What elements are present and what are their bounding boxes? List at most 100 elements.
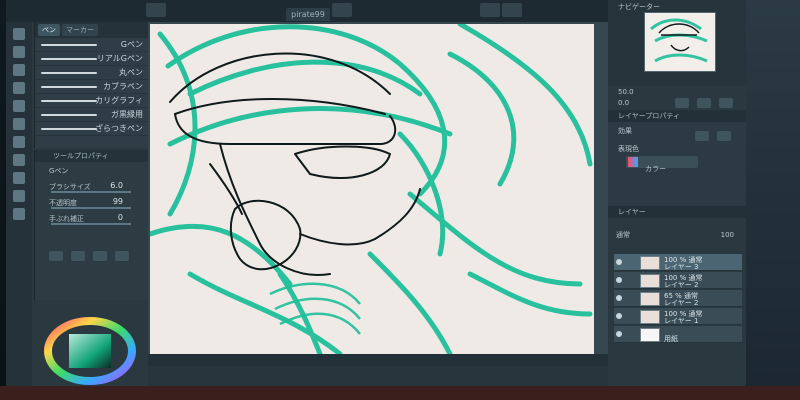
opacity-value[interactable]: 99 (113, 197, 123, 206)
ruler-tool-icon[interactable] (13, 190, 25, 202)
brush-label: Gペン (120, 40, 143, 49)
brush-item[interactable]: カリグラフィ (35, 94, 149, 108)
layer-name: 用紙 (664, 335, 678, 343)
desk-background (746, 0, 800, 400)
layer-opacity-row: 100 (721, 222, 734, 241)
blend-mode-value[interactable]: 通常 (616, 231, 630, 239)
blend-mode-row: 通常 (616, 222, 630, 241)
tab-pen[interactable]: ペン (38, 24, 60, 36)
layer-item[interactable]: 用紙 (614, 326, 742, 343)
layer-name: レイヤー 1 (664, 317, 699, 325)
layer-property-title: レイヤープロパティ (608, 110, 746, 122)
select-tool-icon[interactable] (13, 64, 25, 76)
navigator-title: ナビゲーター (618, 3, 660, 11)
brush-name: Gペン (49, 167, 69, 175)
property-buttons (49, 246, 132, 265)
toolbar-button[interactable] (146, 3, 166, 17)
fill-tool-icon[interactable] (13, 154, 25, 166)
brush-size-row: ブラシサイズ 6.0 (35, 178, 149, 194)
layer-panel-title: レイヤー (608, 206, 746, 218)
zoom-value[interactable]: 50.0 (618, 88, 634, 96)
layer-item[interactable]: 100 % 通常 レイヤー 2 (614, 272, 742, 289)
brush-item[interactable]: リアルGペン (35, 52, 149, 66)
eyedropper-tool-icon[interactable] (13, 208, 25, 220)
visibility-eye-icon[interactable] (616, 277, 622, 283)
brush-preview (41, 86, 97, 88)
layer-name: レイヤー 2 (664, 299, 699, 307)
effect-label: 効果 (618, 127, 632, 135)
zoom-out-button[interactable] (674, 98, 689, 108)
toolbar-button[interactable] (502, 3, 522, 17)
pen-tool-icon[interactable] (13, 82, 25, 94)
opacity-slider[interactable] (51, 207, 131, 209)
layer-name: レイヤー 2 (664, 281, 699, 289)
brush-item[interactable]: 丸ペン (35, 66, 149, 80)
color-mode-icon (628, 157, 638, 167)
navigator-panel: ナビゲーター (608, 0, 746, 86)
brush-tool-icon[interactable] (13, 118, 25, 130)
brush-label: ざらつきペン (95, 124, 143, 133)
rotate-button[interactable] (719, 98, 733, 108)
brush-item[interactable]: Gペン (35, 38, 149, 52)
paper-thumbnail (640, 328, 660, 342)
document-tab[interactable]: pirate99 (286, 8, 330, 21)
toolbar-button[interactable] (480, 3, 500, 17)
layer-name: レイヤー 3 (664, 263, 699, 271)
monitor-base-edge (0, 386, 800, 400)
zoom-in-button[interactable] (696, 98, 711, 108)
expression-color-select[interactable]: カラー (626, 156, 698, 173)
brush-size-slider[interactable] (51, 191, 131, 193)
subtool-palette: ペン マーカー Gペン リアルGペン 丸ペン カブラペン カリグラフィ ガ黒縁用… (34, 22, 149, 148)
visibility-eye-icon[interactable] (616, 259, 622, 265)
tool-property-panel: ツールプロパティ Gペン ブラシサイズ 6.0 不透明度 99 手ぶれ補正 0 (34, 150, 149, 300)
saturation-value-box[interactable] (69, 334, 111, 368)
layer-opacity-value[interactable]: 100 (721, 231, 734, 239)
eraser-tool-icon[interactable] (13, 136, 25, 148)
brush-label: 丸ペン (119, 68, 143, 77)
expression-color-label: 表現色 (618, 145, 639, 153)
right-panel: ナビゲーター 50.0 0.0 レイヤープロパティ 効果 表現色 カラー レイヤ… (608, 0, 746, 386)
property-button[interactable] (49, 251, 63, 261)
brush-preview (41, 44, 97, 46)
brush-name-row: Gペン (35, 162, 149, 178)
visibility-eye-icon[interactable] (616, 295, 622, 301)
stabilization-value[interactable]: 0 (118, 213, 123, 222)
layer-thumbnail (640, 310, 660, 324)
navigator-thumbnail[interactable] (644, 12, 716, 72)
subtool-tabs: ペン マーカー (35, 22, 149, 38)
effect-button[interactable] (717, 131, 731, 141)
visibility-eye-icon[interactable] (616, 331, 622, 337)
brush-label: カリグラフィ (95, 96, 143, 105)
brush-preview (41, 100, 97, 102)
brush-label: リアルGペン (96, 54, 143, 63)
property-button[interactable] (93, 251, 108, 261)
layer-item[interactable]: 100 % 通常 レイヤー 1 (614, 308, 742, 325)
layer-property-panel: レイヤープロパティ 効果 表現色 カラー (608, 110, 746, 206)
color-wheel[interactable] (38, 312, 142, 386)
drawing-canvas[interactable] (150, 24, 594, 354)
zoom-tool-icon[interactable] (13, 46, 25, 58)
visibility-eye-icon[interactable] (616, 313, 622, 319)
expression-color-value: カラー (645, 165, 667, 173)
text-tool-icon[interactable] (13, 172, 25, 184)
brush-item[interactable]: ガ黒縁用 (35, 108, 149, 122)
angle-value[interactable]: 0.0 (618, 99, 629, 107)
brush-item[interactable]: カブラペン (35, 80, 149, 94)
stabilization-slider[interactable] (51, 223, 131, 225)
effect-button[interactable] (694, 131, 709, 141)
property-button[interactable] (71, 251, 86, 261)
brush-size-value[interactable]: 6.0 (110, 181, 123, 190)
pencil-tool-icon[interactable] (13, 100, 25, 112)
layer-item[interactable]: 100 % 通常 レイヤー 3 (614, 254, 742, 271)
layer-item[interactable]: 65 % 通常 レイヤー 2 (614, 290, 742, 307)
layer-thumbnail (640, 292, 660, 306)
tool-property-title: ツールプロパティ (35, 150, 149, 162)
layer-thumbnail (640, 274, 660, 288)
left-panel: ペン マーカー Gペン リアルGペン 丸ペン カブラペン カリグラフィ ガ黒縁用… (6, 22, 149, 386)
brush-item[interactable]: ざらつきペン (35, 122, 149, 136)
tab-marker[interactable]: マーカー (62, 24, 98, 36)
toolbar-button[interactable] (332, 3, 352, 17)
move-tool-icon[interactable] (13, 28, 25, 40)
brush-preview (41, 72, 97, 74)
property-button[interactable] (115, 251, 130, 261)
